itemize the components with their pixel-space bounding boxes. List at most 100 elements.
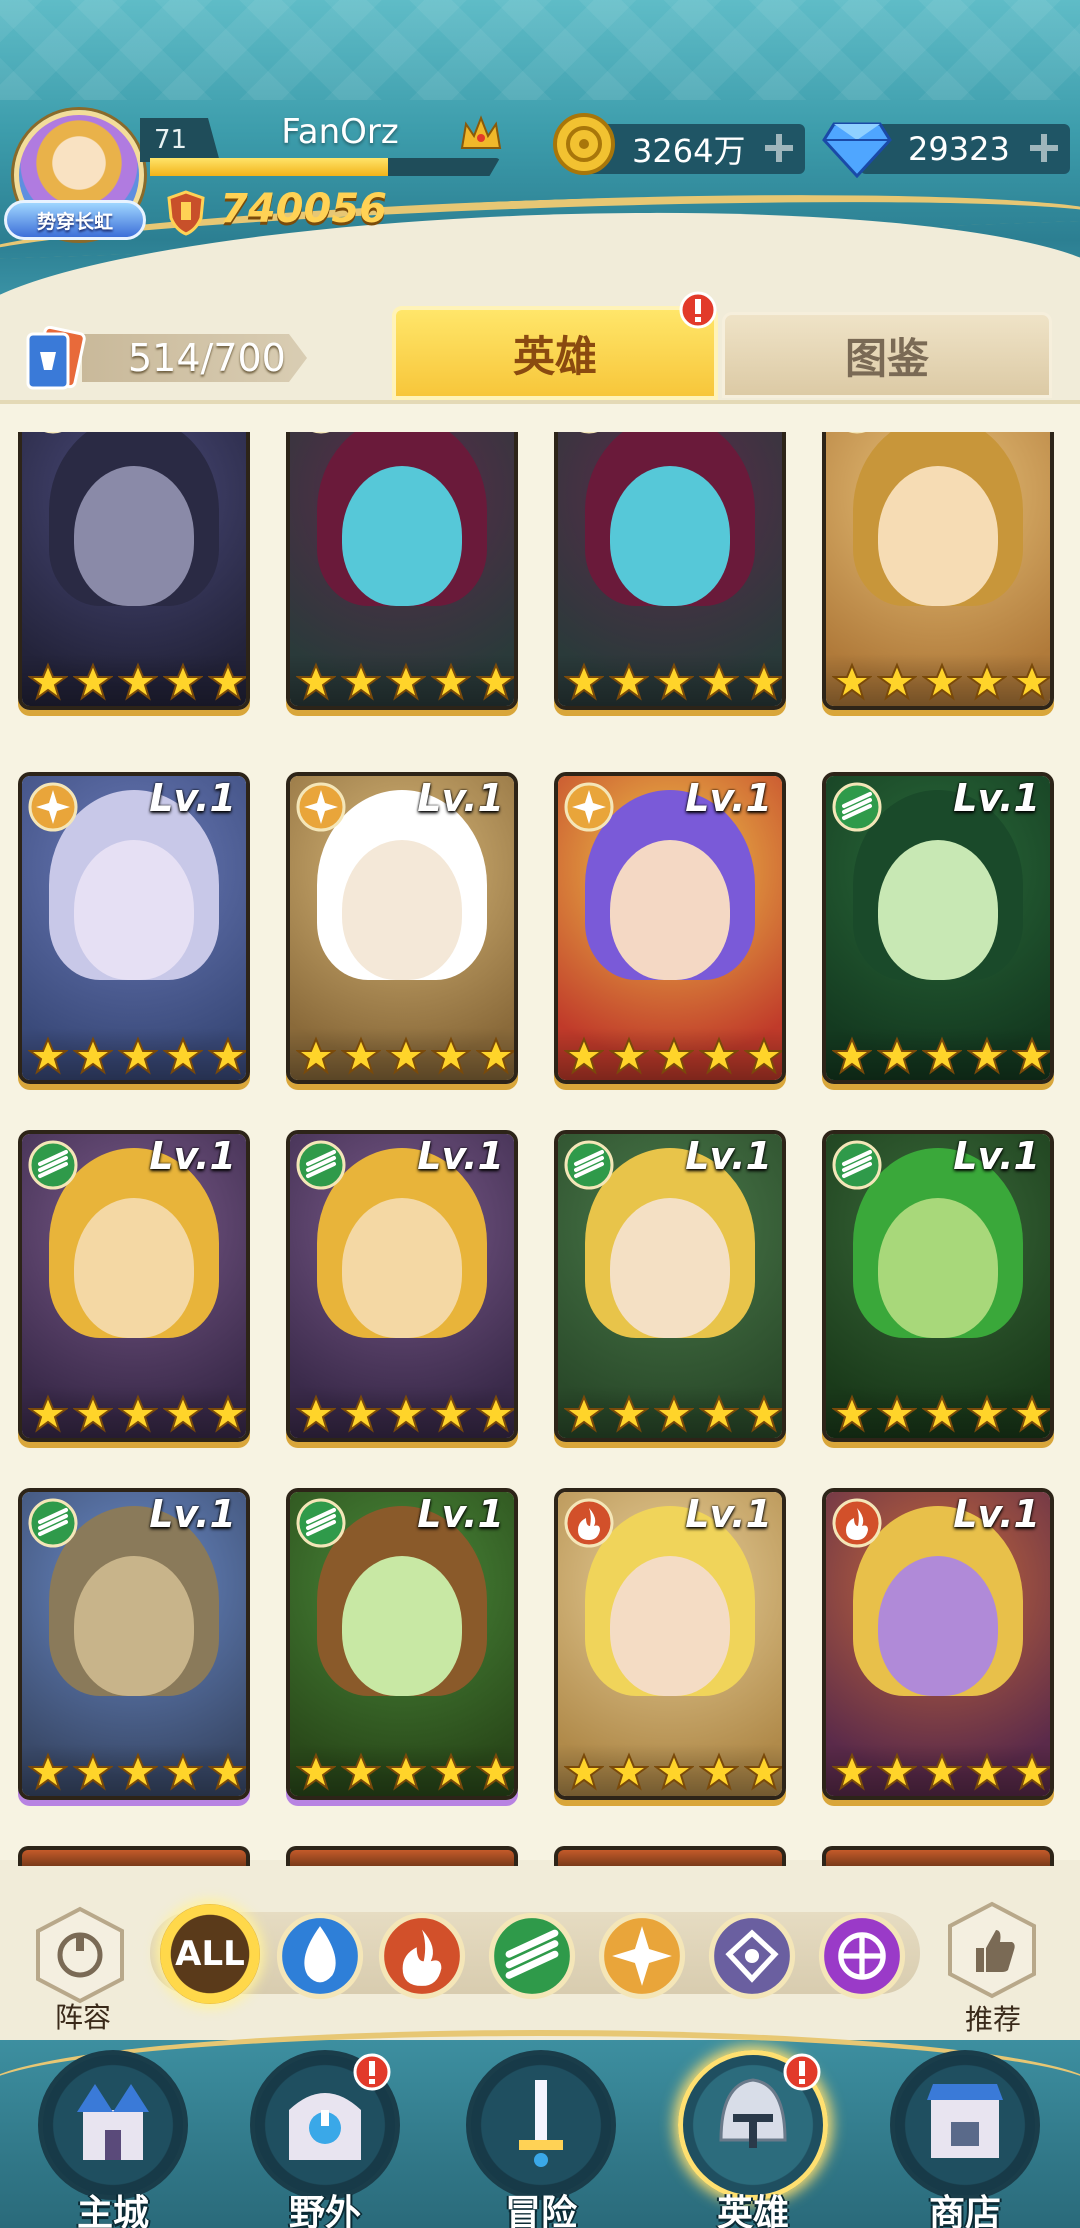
add-gem-icon[interactable]	[1026, 130, 1062, 166]
filter-light[interactable]	[598, 1912, 686, 2000]
hero-card-peek[interactable]	[554, 1846, 786, 1866]
star-icon	[564, 1036, 605, 1075]
hero-card[interactable]: Lv.1	[822, 432, 1054, 710]
crown-icon[interactable]	[458, 114, 504, 154]
star-icon	[28, 1752, 69, 1791]
hero-stars	[26, 1394, 246, 1434]
hero-card-peek[interactable]	[822, 1846, 1054, 1866]
hero-face	[342, 839, 462, 980]
filter-water[interactable]	[276, 1912, 364, 2000]
hero-card[interactable]: Lv.1	[286, 772, 518, 1084]
hero-card[interactable]: Lv.1	[554, 432, 786, 710]
star-icon	[1011, 662, 1050, 701]
arcane-filter-icon	[818, 1912, 906, 2000]
star-icon	[1011, 1036, 1050, 1075]
star-icon	[162, 662, 203, 701]
star-icon	[430, 1752, 471, 1791]
star-icon	[117, 1394, 158, 1433]
hero-card[interactable]: Lv.1	[554, 1488, 786, 1800]
tab-codex[interactable]: 图鉴	[722, 312, 1052, 398]
hero-level: Lv.1	[685, 1492, 772, 1536]
hero-face	[878, 1555, 998, 1696]
nav-castle[interactable]: 主城	[28, 2050, 198, 2228]
hero-level: Lv.1	[417, 1134, 504, 1178]
star-icon	[743, 1394, 782, 1433]
hero-card[interactable]: Lv.1	[822, 772, 1054, 1084]
hero-face	[610, 1555, 730, 1696]
hero-card[interactable]: Lv.1	[286, 432, 518, 710]
hero-stars	[562, 1394, 782, 1434]
star-icon	[564, 1752, 605, 1791]
star-icon	[609, 1752, 650, 1791]
hero-level: Lv.1	[149, 1134, 236, 1178]
forest-faction-icon	[296, 1140, 346, 1190]
filter-fire[interactable]	[378, 1912, 466, 2000]
light-faction-icon	[28, 782, 78, 832]
tab-heroes[interactable]: 英雄	[392, 306, 718, 400]
hero-level: Lv.1	[953, 776, 1040, 820]
filter-forest[interactable]	[488, 1912, 576, 2000]
hero-card[interactable]: Lv.1	[286, 1130, 518, 1442]
star-icon	[28, 662, 69, 701]
hero-card[interactable]: Lv.1	[18, 1488, 250, 1800]
star-icon	[117, 1752, 158, 1791]
xp-bar	[150, 158, 500, 176]
star-icon	[296, 1394, 337, 1433]
add-gold-icon[interactable]	[761, 130, 797, 166]
star-icon	[341, 1394, 382, 1433]
fire-faction-icon	[832, 1498, 882, 1548]
star-icon	[385, 662, 426, 701]
filter-all[interactable]: ALL	[160, 1904, 260, 2004]
hero-card[interactable]: Lv.1	[822, 1488, 1054, 1800]
hero-card[interactable]: Lv.1	[822, 1130, 1054, 1442]
star-icon	[609, 662, 650, 701]
nav-sword[interactable]: 冒险	[456, 2050, 626, 2228]
hero-stars	[294, 662, 514, 702]
star-icon	[430, 1394, 471, 1433]
player-name[interactable]: FanOrz	[215, 112, 465, 156]
star-icon	[296, 1752, 337, 1791]
light-faction-icon	[848, 432, 866, 434]
hero-card[interactable]: Lv.1	[554, 772, 786, 1084]
star-icon	[966, 1752, 1007, 1791]
star-icon	[162, 1394, 203, 1433]
hero-card[interactable]: Lv.1	[18, 772, 250, 1084]
gem-value: 29323	[908, 130, 1010, 168]
gold-value: 3264万	[632, 132, 746, 170]
hero-card[interactable]: Lv.1	[286, 1488, 518, 1800]
hero-stars	[26, 1752, 246, 1792]
star-icon	[966, 662, 1007, 701]
star-icon	[743, 1752, 782, 1791]
collection-count: 514/700	[82, 334, 307, 382]
nav-item-label: 主城	[76, 2193, 149, 2228]
power-shield-icon	[167, 190, 205, 236]
shadow-faction-icon	[312, 432, 330, 434]
notification-icon	[353, 2053, 391, 2091]
hero-card[interactable]: Lv.1	[18, 432, 250, 710]
star-icon	[296, 662, 337, 701]
hero-stars	[830, 1036, 1050, 1076]
hero-face	[878, 1197, 998, 1338]
hero-level: Lv.1	[953, 1492, 1040, 1536]
star-icon	[1011, 1394, 1050, 1433]
star-icon	[475, 662, 514, 701]
hero-card[interactable]: Lv.1	[18, 1130, 250, 1442]
nav-shop[interactable]: 商店	[880, 2050, 1050, 2228]
filter-shadow[interactable]	[708, 1912, 796, 2000]
notification-icon	[783, 2053, 821, 2091]
hero-card-peek[interactable]	[18, 1846, 250, 1866]
star-icon	[921, 1036, 962, 1075]
forest-faction-icon	[28, 1140, 78, 1190]
nav-item-label: 冒险	[504, 2193, 577, 2228]
hero-stars	[294, 1394, 514, 1434]
star-icon	[832, 662, 873, 701]
player-level: 71	[140, 118, 220, 162]
star-icon	[877, 1036, 918, 1075]
hero-card[interactable]: Lv.1	[554, 1130, 786, 1442]
hero-card-peek[interactable]	[286, 1846, 518, 1866]
filter-arcane[interactable]	[818, 1912, 906, 2000]
star-icon	[28, 1036, 69, 1075]
thumbs-up-icon[interactable]	[942, 1900, 1042, 2010]
star-icon	[296, 1036, 337, 1075]
shop-icon	[927, 2084, 1003, 2158]
